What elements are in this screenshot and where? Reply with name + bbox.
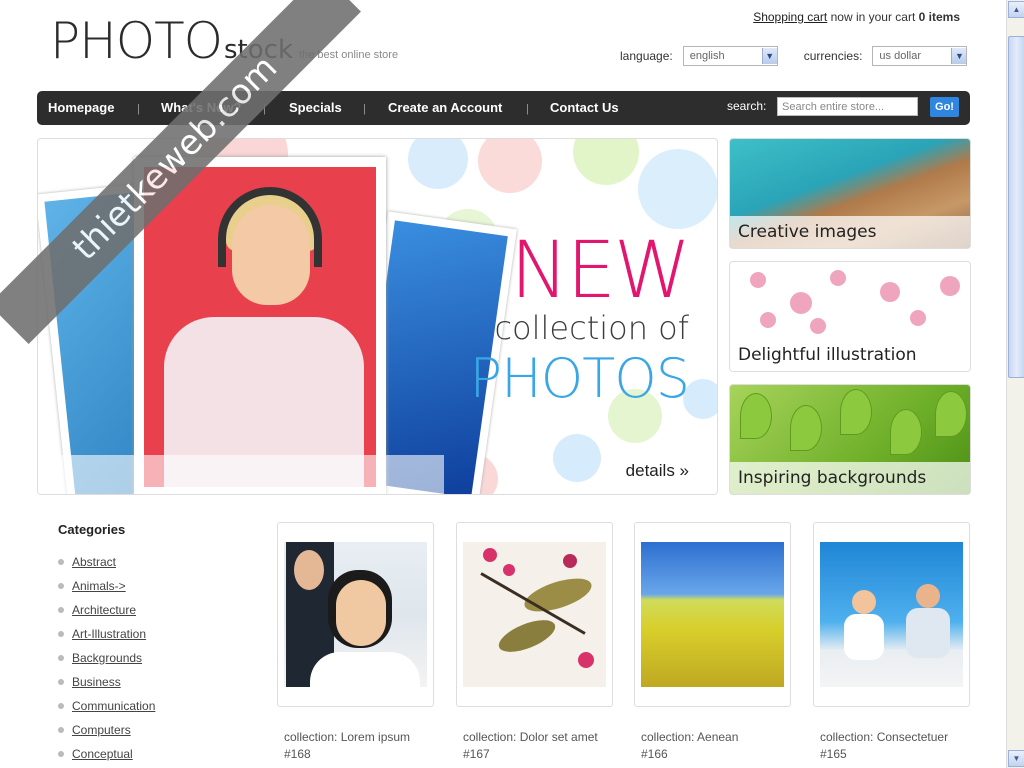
category-link[interactable]: Business [72, 675, 121, 689]
category-item[interactable]: Conceptual [58, 742, 155, 766]
category-item[interactable]: Computers [58, 718, 155, 742]
bullet-icon [58, 655, 64, 661]
banner-headline-photos: PHOTOS [469, 347, 690, 410]
product-frame[interactable] [456, 522, 613, 707]
bullet-icon [58, 607, 64, 613]
banner-headline-new: NEW [510, 226, 691, 316]
language-label: language: [620, 49, 673, 63]
category-link[interactable]: Conceptual [72, 747, 133, 761]
category-item[interactable]: Architecture [58, 598, 155, 622]
product-caption: collection: Aenean #166 [634, 729, 791, 763]
chevron-down-icon[interactable]: ▼ [761, 48, 777, 64]
category-link[interactable]: Architecture [72, 603, 136, 617]
category-item[interactable]: Business [58, 670, 155, 694]
currency-select[interactable]: us dollar ▼ [872, 46, 968, 66]
category-item[interactable]: Communication [58, 694, 155, 718]
product-thumbnail[interactable] [284, 542, 427, 687]
nav-separator: | [526, 103, 529, 115]
nav-create-account[interactable]: Create an Account [388, 100, 502, 115]
product-collection: collection: Lorem ipsum [284, 730, 411, 744]
product-card[interactable]: collection: Aenean #166 [634, 522, 791, 763]
product-frame[interactable] [277, 522, 434, 707]
product-card[interactable]: collection: Lorem ipsum #168 [277, 522, 434, 763]
product-number: #166 [641, 747, 668, 761]
cart-summary: Shopping cart now in your cart 0 items [753, 10, 960, 24]
product-thumbnail[interactable] [463, 542, 606, 687]
decor-dot [478, 139, 542, 193]
product-caption: collection: Lorem ipsum #168 [277, 729, 434, 763]
cart-text: now in your cart [830, 10, 916, 24]
category-item[interactable]: Abstract [58, 550, 155, 574]
scroll-up-icon[interactable]: ▲ [1008, 1, 1024, 18]
category-link[interactable]: Art-Illustration [72, 627, 146, 641]
category-link[interactable]: Computers [72, 723, 131, 737]
product-number: #168 [284, 747, 311, 761]
category-list: Abstract Animals-> Architecture Art-Illu… [58, 550, 155, 766]
preferences: language: english ▼ currencies: us dolla… [620, 46, 968, 66]
decor-dot [638, 149, 717, 229]
promo-delightful-illustration[interactable]: Delightful illustration [729, 261, 971, 372]
decor-dot [408, 139, 468, 189]
product-number: #165 [820, 747, 847, 761]
promo-caption: Creative images [730, 216, 970, 248]
bullet-icon [58, 679, 64, 685]
promo-caption: Delightful illustration [730, 339, 970, 371]
product-number: #167 [463, 747, 490, 761]
banner-details-link[interactable]: details » [626, 461, 689, 481]
product-caption: collection: Dolor set amet #167 [456, 729, 613, 763]
language-select[interactable]: english ▼ [682, 46, 778, 66]
headphones-icon [218, 187, 322, 267]
language-value: english [689, 50, 725, 62]
category-item[interactable]: Art-Illustration [58, 622, 155, 646]
search-label: search: [727, 99, 767, 113]
shopping-cart-link[interactable]: Shopping cart [753, 10, 827, 24]
product-frame[interactable] [813, 522, 970, 707]
product-collection: collection: Consectetuer [820, 730, 949, 744]
bullet-icon [58, 631, 64, 637]
vertical-scrollbar[interactable]: ▲ ▼ [1006, 0, 1024, 768]
product-thumbnail[interactable] [820, 542, 963, 687]
product-caption: collection: Consectetuer #165 [813, 729, 970, 763]
bullet-icon [58, 727, 64, 733]
category-item[interactable]: Backgrounds [58, 646, 155, 670]
category-link[interactable]: Backgrounds [72, 651, 142, 665]
category-link[interactable]: Animals-> [72, 579, 126, 593]
scroll-down-icon[interactable]: ▼ [1008, 750, 1024, 767]
promo-caption: Inspiring backgrounds [730, 462, 970, 494]
product-card[interactable]: collection: Consectetuer #165 [813, 522, 970, 763]
product-collection: collection: Dolor set amet [463, 730, 598, 744]
bullet-icon [58, 751, 64, 757]
bullet-icon [58, 703, 64, 709]
categories-title: Categories [58, 522, 126, 537]
bullet-icon [58, 583, 64, 589]
decor-dot [573, 139, 639, 185]
chevron-down-icon[interactable]: ▼ [951, 48, 967, 64]
nav-homepage[interactable]: Homepage [48, 100, 114, 115]
product-card[interactable]: collection: Dolor set amet #167 [456, 522, 613, 763]
nav-separator: | [137, 103, 140, 115]
currency-value: us dollar [879, 50, 921, 62]
cart-count: 0 items [918, 10, 960, 24]
product-collection: collection: Aenean [641, 730, 739, 744]
banner-headline-collection: collection of [494, 309, 689, 347]
nav-specials[interactable]: Specials [289, 100, 342, 115]
product-frame[interactable] [634, 522, 791, 707]
bullet-icon [58, 559, 64, 565]
scrollbar-thumb[interactable] [1008, 36, 1024, 378]
currency-label: currencies: [803, 49, 863, 63]
promo-inspiring-backgrounds[interactable]: Inspiring backgrounds [729, 384, 971, 495]
search-go-button[interactable]: Go! [930, 97, 959, 117]
photo-frame-main [134, 157, 386, 494]
nav-contact-us[interactable]: Contact Us [550, 100, 619, 115]
category-item[interactable]: Animals-> [58, 574, 155, 598]
logo-main-text: PHOTO [50, 12, 223, 70]
promo-creative-images[interactable]: Creative images [729, 138, 971, 249]
category-link[interactable]: Abstract [72, 555, 116, 569]
decor-dot [553, 434, 601, 482]
banner-strip [38, 455, 444, 494]
nav-separator: | [363, 103, 366, 115]
search-input[interactable]: Search entire store... [777, 97, 918, 116]
product-thumbnail[interactable] [641, 542, 784, 687]
category-link[interactable]: Communication [72, 699, 155, 713]
